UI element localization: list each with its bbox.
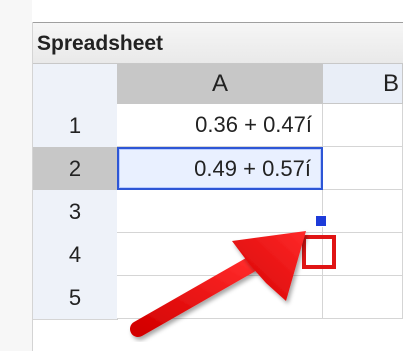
cell-b5[interactable] <box>323 276 403 319</box>
row-header-3[interactable]: 3 <box>33 190 118 234</box>
annotation-arrow-icon <box>130 231 306 337</box>
grid-corner[interactable] <box>33 64 118 105</box>
column-header-a[interactable]: A <box>117 64 324 105</box>
left-gutter <box>0 0 33 351</box>
panel-title: Spreadsheet <box>37 32 164 55</box>
column-header-b[interactable]: B <box>323 64 403 104</box>
panel-header: Spreadsheet <box>33 23 403 64</box>
row-header-1[interactable]: 1 <box>33 104 118 148</box>
fill-handle[interactable] <box>315 215 327 227</box>
cell-a1[interactable]: 0.36 + 0.47í <box>117 104 323 147</box>
cell-b2[interactable] <box>323 147 403 190</box>
row-header-2[interactable]: 2 <box>33 147 118 191</box>
cell-b3[interactable] <box>323 190 403 233</box>
row-header-5[interactable]: 5 <box>33 276 118 320</box>
cell-b1[interactable] <box>323 104 403 147</box>
top-strip <box>32 0 403 22</box>
cell-a2[interactable]: 0.49 + 0.57í <box>117 147 323 190</box>
row-header-4[interactable]: 4 <box>33 233 118 277</box>
